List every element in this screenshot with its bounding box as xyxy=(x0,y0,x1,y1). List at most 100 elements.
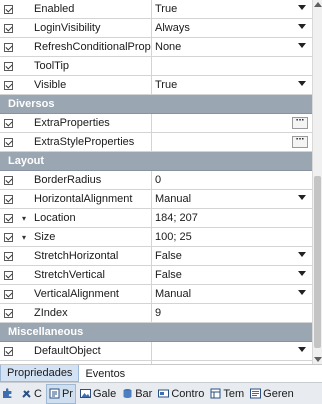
tab-eventos[interactable]: Eventos xyxy=(79,365,131,382)
property-row[interactable]: HorizontalAlignment Manual xyxy=(0,190,312,209)
property-name: RefreshConditionalProperties xyxy=(31,38,152,56)
property-row[interactable]: DefaultObject xyxy=(0,342,312,361)
property-checkbox-cell xyxy=(0,38,17,56)
property-row[interactable]: ExtraStyleProperties ··· xyxy=(0,133,312,152)
property-value[interactable]: False xyxy=(152,247,312,265)
expander-spacer xyxy=(17,114,31,132)
property-row[interactable]: StretchHorizontal False xyxy=(0,247,312,266)
toolbar-button-tools[interactable]: C xyxy=(19,384,44,404)
property-checkbox[interactable] xyxy=(4,42,13,52)
dropdown-arrow-icon[interactable] xyxy=(298,195,306,200)
property-value[interactable]: 9 xyxy=(152,304,312,322)
toolbar-button-puzzle[interactable] xyxy=(0,384,17,404)
property-row[interactable]: ▾ Location 184; 207 xyxy=(0,209,312,228)
property-row[interactable]: ▾ Size 100; 25 xyxy=(0,228,312,247)
property-checkbox[interactable] xyxy=(4,137,13,147)
property-value[interactable]: None xyxy=(152,38,312,56)
property-checkbox-cell xyxy=(0,285,17,303)
property-name: LoginVisibility xyxy=(31,19,152,37)
toolbar-button-template[interactable]: Tem xyxy=(208,384,246,404)
property-checkbox[interactable] xyxy=(4,4,13,14)
gallery-icon xyxy=(79,388,93,399)
toolbar-button-database[interactable]: Bar xyxy=(120,384,154,404)
property-checkbox-cell xyxy=(0,342,17,360)
property-value-text: Manual xyxy=(155,288,192,300)
property-checkbox[interactable] xyxy=(4,251,13,261)
property-value[interactable]: 184; 207 xyxy=(152,209,312,227)
property-value[interactable]: ··· xyxy=(152,133,312,151)
dropdown-arrow-icon[interactable] xyxy=(298,252,306,257)
property-row[interactable]: VerticalAlignment Manual xyxy=(0,285,312,304)
property-checkbox[interactable] xyxy=(4,175,13,185)
property-row[interactable]: BorderRadius 0 xyxy=(0,171,312,190)
property-checkbox[interactable] xyxy=(4,61,13,71)
property-value[interactable]: True xyxy=(152,76,312,94)
property-row[interactable]: LoginVisibility Always xyxy=(0,19,312,38)
property-row[interactable]: RefreshConditionalPropertiesNone xyxy=(0,38,312,57)
property-name: StretchHorizontal xyxy=(31,247,152,265)
expander-spacer xyxy=(17,133,31,151)
scroll-down-icon[interactable] xyxy=(314,357,322,362)
toolbar-button-properties[interactable]: Pr xyxy=(45,383,76,404)
expander-spacer xyxy=(17,342,31,360)
scrollbar-thumb[interactable] xyxy=(314,176,321,348)
toolbar-button-label: C xyxy=(34,387,42,400)
property-checkbox[interactable] xyxy=(4,23,13,33)
property-row[interactable]: Enabled True xyxy=(0,0,312,19)
property-value[interactable]: True xyxy=(152,0,312,18)
property-checkbox[interactable] xyxy=(4,213,13,223)
property-value[interactable]: Always xyxy=(152,19,312,37)
category-header[interactable]: Miscellaneous xyxy=(0,323,312,342)
property-checkbox[interactable] xyxy=(4,308,13,318)
vertical-scrollbar[interactable] xyxy=(312,0,322,364)
property-row[interactable]: StretchVertical False xyxy=(0,266,312,285)
dropdown-arrow-icon[interactable] xyxy=(298,43,306,48)
property-value[interactable]: 100; 25 xyxy=(152,228,312,246)
dropdown-arrow-icon[interactable] xyxy=(298,24,306,29)
property-row[interactable]: ZIndex 9 xyxy=(0,304,312,323)
property-value[interactable]: Manual xyxy=(152,190,312,208)
property-value-text: 184; 207 xyxy=(155,212,198,224)
property-value-text: Always xyxy=(155,22,190,34)
ellipsis-button[interactable]: ··· xyxy=(292,135,308,148)
toolbar-button-gallery[interactable]: Gale xyxy=(78,384,118,404)
property-value-text: 0 xyxy=(155,174,162,186)
dropdown-arrow-icon[interactable] xyxy=(298,5,306,10)
toolbar-button-label: Pr xyxy=(61,387,73,400)
dropdown-arrow-icon[interactable] xyxy=(298,81,306,86)
property-checkbox[interactable] xyxy=(4,289,13,299)
property-checkbox[interactable] xyxy=(4,232,13,242)
panel-tabs: Propriedades Eventos xyxy=(0,364,322,382)
manager-icon xyxy=(250,388,263,399)
property-row[interactable]: Visible True xyxy=(0,76,312,95)
property-checkbox[interactable] xyxy=(4,194,13,204)
category-header[interactable]: Layout xyxy=(0,152,312,171)
toolbar-button-manager[interactable]: Geren xyxy=(248,384,296,404)
ellipsis-button[interactable]: ··· xyxy=(292,116,308,129)
property-value[interactable]: 0 xyxy=(152,171,312,189)
property-value[interactable] xyxy=(152,57,312,75)
property-checkbox-cell xyxy=(0,190,17,208)
tools-icon xyxy=(21,388,34,399)
property-name: BorderRadius xyxy=(31,171,152,189)
property-value[interactable]: Manual xyxy=(152,285,312,303)
property-checkbox[interactable] xyxy=(4,118,13,128)
property-row[interactable]: ToolTip xyxy=(0,57,312,76)
property-checkbox[interactable] xyxy=(4,80,13,90)
property-checkbox[interactable] xyxy=(4,346,13,356)
property-row[interactable]: ExtraProperties ··· xyxy=(0,114,312,133)
dropdown-arrow-icon[interactable] xyxy=(298,271,306,276)
property-value[interactable]: ··· xyxy=(152,114,312,132)
toolbar-button-controls[interactable]: Contro xyxy=(156,384,206,404)
dropdown-arrow-icon[interactable] xyxy=(298,290,306,295)
scroll-up-icon[interactable] xyxy=(314,2,322,7)
category-header[interactable]: Diversos xyxy=(0,95,312,114)
dropdown-arrow-icon[interactable] xyxy=(298,347,306,352)
property-checkbox[interactable] xyxy=(4,270,13,280)
expand-icon[interactable]: ▾ xyxy=(17,209,31,227)
property-value[interactable]: False xyxy=(152,266,312,284)
tab-propriedades[interactable]: Propriedades xyxy=(0,365,80,382)
property-checkbox-cell xyxy=(0,19,17,37)
property-value[interactable] xyxy=(152,342,312,360)
expand-icon[interactable]: ▾ xyxy=(17,228,31,246)
